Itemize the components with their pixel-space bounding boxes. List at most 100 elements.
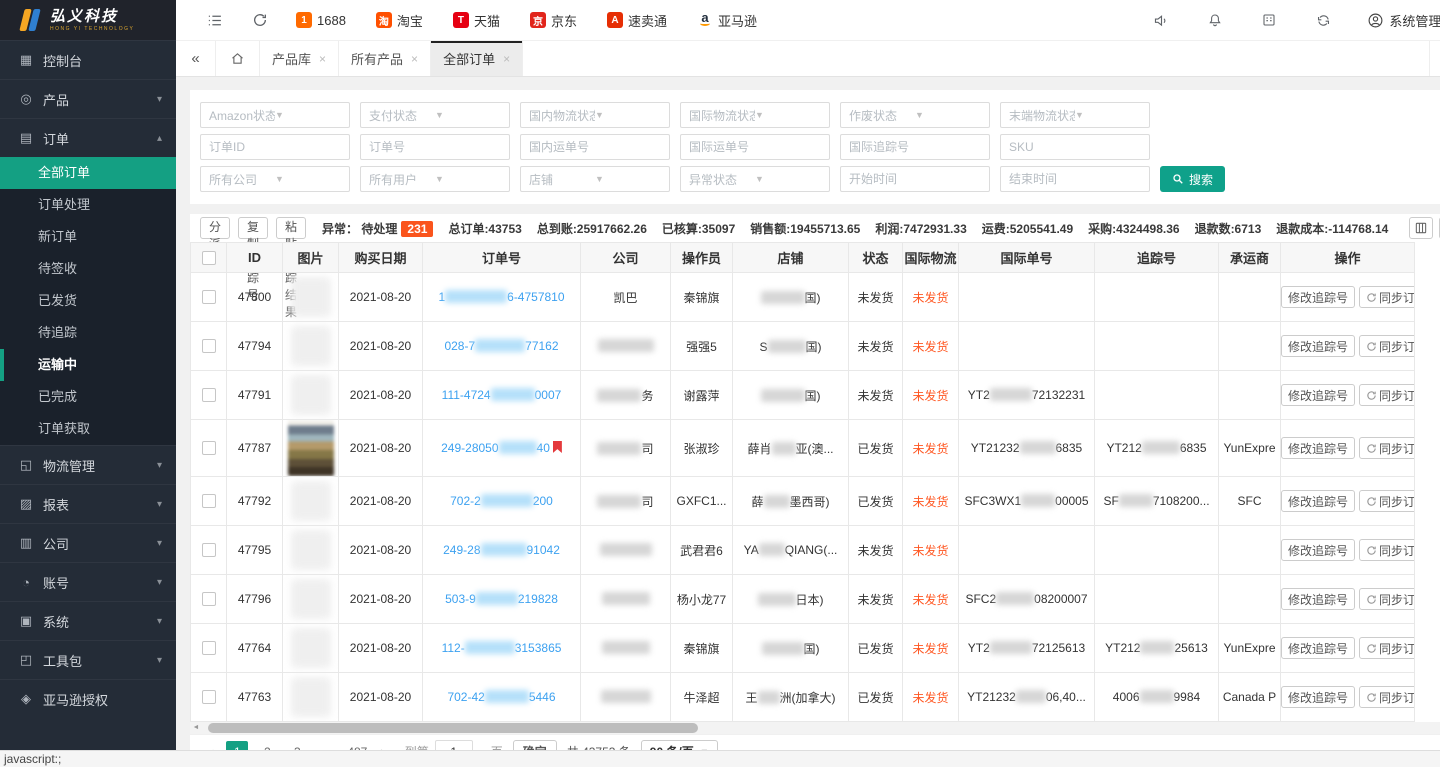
edit-tracking-button[interactable]: 修改追踪号 <box>1281 686 1355 708</box>
sidebar-subitem-订单获取[interactable]: 订单获取 <box>0 413 176 445</box>
cell-order-number[interactable]: 16-4757810 <box>423 273 581 322</box>
edit-tracking-button[interactable]: 修改追踪号 <box>1281 286 1355 308</box>
sidebar-subitem-新订单[interactable]: 新订单 <box>0 221 176 253</box>
sidebar-item-报表[interactable]: ▨报表▾ <box>0 484 176 523</box>
filter-select-异常状态[interactable]: 异常状态▼ <box>680 166 830 192</box>
filter-input-SKU[interactable] <box>1000 134 1150 160</box>
tab-close-icon[interactable]: × <box>411 52 418 66</box>
sync-order-button[interactable]: 同步订单 <box>1359 588 1414 610</box>
row-checkbox[interactable] <box>202 494 216 508</box>
scroll-left-icon[interactable]: ◄ <box>190 722 202 734</box>
filter-input-结束时间[interactable] <box>1000 166 1150 192</box>
toolbar-button-粘贴追踪结果[interactable]: 粘贴追踪结果 <box>276 217 306 239</box>
row-checkbox[interactable] <box>202 543 216 557</box>
sync-order-button[interactable]: 同步订单 <box>1359 335 1414 357</box>
sync-order-button[interactable]: 同步订单 <box>1359 490 1414 512</box>
filter-select-店铺[interactable]: 店铺▼ <box>520 166 670 192</box>
sidebar-item-亚马逊授权[interactable]: ◈亚马逊授权 <box>0 679 176 718</box>
cell-order-number[interactable]: 249-2805040 <box>423 420 581 477</box>
sidebar-subitem-全部订单[interactable]: 全部订单 <box>0 157 176 189</box>
tab-产品库[interactable]: 产品库× <box>260 41 339 76</box>
sidebar-collapse-icon[interactable] <box>204 10 224 30</box>
filter-input-field[interactable] <box>369 140 501 154</box>
filter-input-field[interactable] <box>529 140 661 154</box>
tab-close-icon[interactable]: × <box>319 52 326 66</box>
page-button-487[interactable]: 487 <box>346 741 368 751</box>
filter-input-国际运单号[interactable] <box>680 134 830 160</box>
horizontal-scroll-thumb[interactable] <box>208 723 698 733</box>
row-checkbox[interactable] <box>202 592 216 606</box>
page-button-2[interactable]: 2 <box>256 741 278 751</box>
sidebar-subitem-订单处理[interactable]: 订单处理 <box>0 189 176 221</box>
sidebar-item-控制台[interactable]: ▦控制台 <box>0 40 176 79</box>
user-menu[interactable]: 系统管理员 <box>1367 11 1440 30</box>
sidebar-item-工具包[interactable]: ◰工具包▾ <box>0 640 176 679</box>
tab-close-icon[interactable]: × <box>503 52 510 66</box>
platform-link-1688[interactable]: 11688 <box>296 12 346 28</box>
filter-select-所有公司[interactable]: 所有公司▼ <box>200 166 350 192</box>
sidebar-item-订单[interactable]: ▤订单▴ <box>0 118 176 157</box>
sidebar-item-系统[interactable]: ▣系统▾ <box>0 601 176 640</box>
filter-select-支付状态[interactable]: 支付状态▼ <box>360 102 510 128</box>
sync-order-button[interactable]: 同步订单 <box>1359 286 1414 308</box>
platform-link-速卖通[interactable]: A速卖通 <box>607 11 667 30</box>
filter-input-订单号[interactable] <box>360 134 510 160</box>
edit-tracking-button[interactable]: 修改追踪号 <box>1281 637 1355 659</box>
toolbar-button-复制追踪号[interactable]: 复制追踪号 <box>238 217 268 239</box>
sync-accounts-icon[interactable] <box>1313 10 1333 30</box>
filter-input-field[interactable] <box>849 140 981 154</box>
search-button[interactable]: 搜索 <box>1160 166 1225 192</box>
filter-input-field[interactable] <box>689 140 821 154</box>
filter-select-作废状态[interactable]: 作废状态▼ <box>840 102 990 128</box>
filter-input-国际追踪号[interactable] <box>840 134 990 160</box>
brand-logo[interactable]: 弘义科技 HONG YI TECHNOLOGY <box>0 0 176 40</box>
sidebar-subitem-已完成[interactable]: 已完成 <box>0 381 176 413</box>
platform-link-淘宝[interactable]: 淘淘宝 <box>376 11 423 30</box>
sidebar-item-公司[interactable]: ▥公司▾ <box>0 523 176 562</box>
edit-tracking-button[interactable]: 修改追踪号 <box>1281 588 1355 610</box>
sidebar-subitem-已发货[interactable]: 已发货 <box>0 285 176 317</box>
table-horizontal-scrollbar[interactable]: ◄ ► <box>190 722 1440 734</box>
filter-input-field[interactable] <box>1009 172 1141 186</box>
edit-tracking-button[interactable]: 修改追踪号 <box>1281 490 1355 512</box>
edit-tracking-button[interactable]: 修改追踪号 <box>1281 335 1355 357</box>
columns-filter-icon[interactable] <box>1409 217 1433 239</box>
filter-select-所有用户[interactable]: 所有用户▼ <box>360 166 510 192</box>
filter-input-开始时间[interactable] <box>840 166 990 192</box>
cell-order-number[interactable]: 702-2200 <box>423 477 581 526</box>
sidebar-subitem-运输中[interactable]: 运输中 <box>0 349 176 381</box>
confirm-page-button[interactable]: 确定 <box>513 740 557 751</box>
sync-order-button[interactable]: 同步订单 <box>1359 686 1414 708</box>
sync-order-button[interactable]: 同步订单 <box>1359 437 1414 459</box>
page-button-3[interactable]: 3 <box>286 741 308 751</box>
filter-select-末端物流状态[interactable]: 末端物流状态▼ <box>1000 102 1150 128</box>
platform-link-天猫[interactable]: T天猫 <box>453 11 500 30</box>
select-all-checkbox[interactable] <box>202 251 216 265</box>
row-checkbox[interactable] <box>202 690 216 704</box>
bell-icon[interactable] <box>1205 10 1225 30</box>
sync-order-button[interactable]: 同步订单 <box>1359 637 1414 659</box>
sidebar-item-产品[interactable]: ◎产品▾ <box>0 79 176 118</box>
sidebar-item-物流管理[interactable]: ◱物流管理▾ <box>0 445 176 484</box>
cell-order-number[interactable]: 503-9219828 <box>423 575 581 624</box>
row-checkbox[interactable] <box>202 441 216 455</box>
row-checkbox[interactable] <box>202 290 216 304</box>
goto-page-input[interactable] <box>435 740 473 751</box>
tab-所有产品[interactable]: 所有产品× <box>339 41 431 76</box>
filter-input-field[interactable] <box>209 140 341 154</box>
filter-select-国际物流状态[interactable]: 国际物流状态▼ <box>680 102 830 128</box>
edit-tracking-button[interactable]: 修改追踪号 <box>1281 539 1355 561</box>
cell-order-number[interactable]: 028-777162 <box>423 322 581 371</box>
tab-全部订单[interactable]: 全部订单× <box>431 41 523 76</box>
home-tab[interactable] <box>216 41 260 76</box>
row-checkbox[interactable] <box>202 388 216 402</box>
toolbar-button-分派[interactable]: 分派 <box>200 217 230 239</box>
cell-order-number[interactable]: 112-3153865 <box>423 624 581 673</box>
edit-tracking-button[interactable]: 修改追踪号 <box>1281 384 1355 406</box>
page-button-1[interactable]: 1 <box>226 741 248 751</box>
platform-link-京东[interactable]: 京京东 <box>530 11 577 30</box>
tabs-scroll-right-icon[interactable]: » <box>1429 41 1440 76</box>
tabs-scroll-left-icon[interactable]: « <box>176 41 216 76</box>
cell-order-number[interactable]: 249-2891042 <box>423 526 581 575</box>
filter-input-field[interactable] <box>1009 140 1141 154</box>
